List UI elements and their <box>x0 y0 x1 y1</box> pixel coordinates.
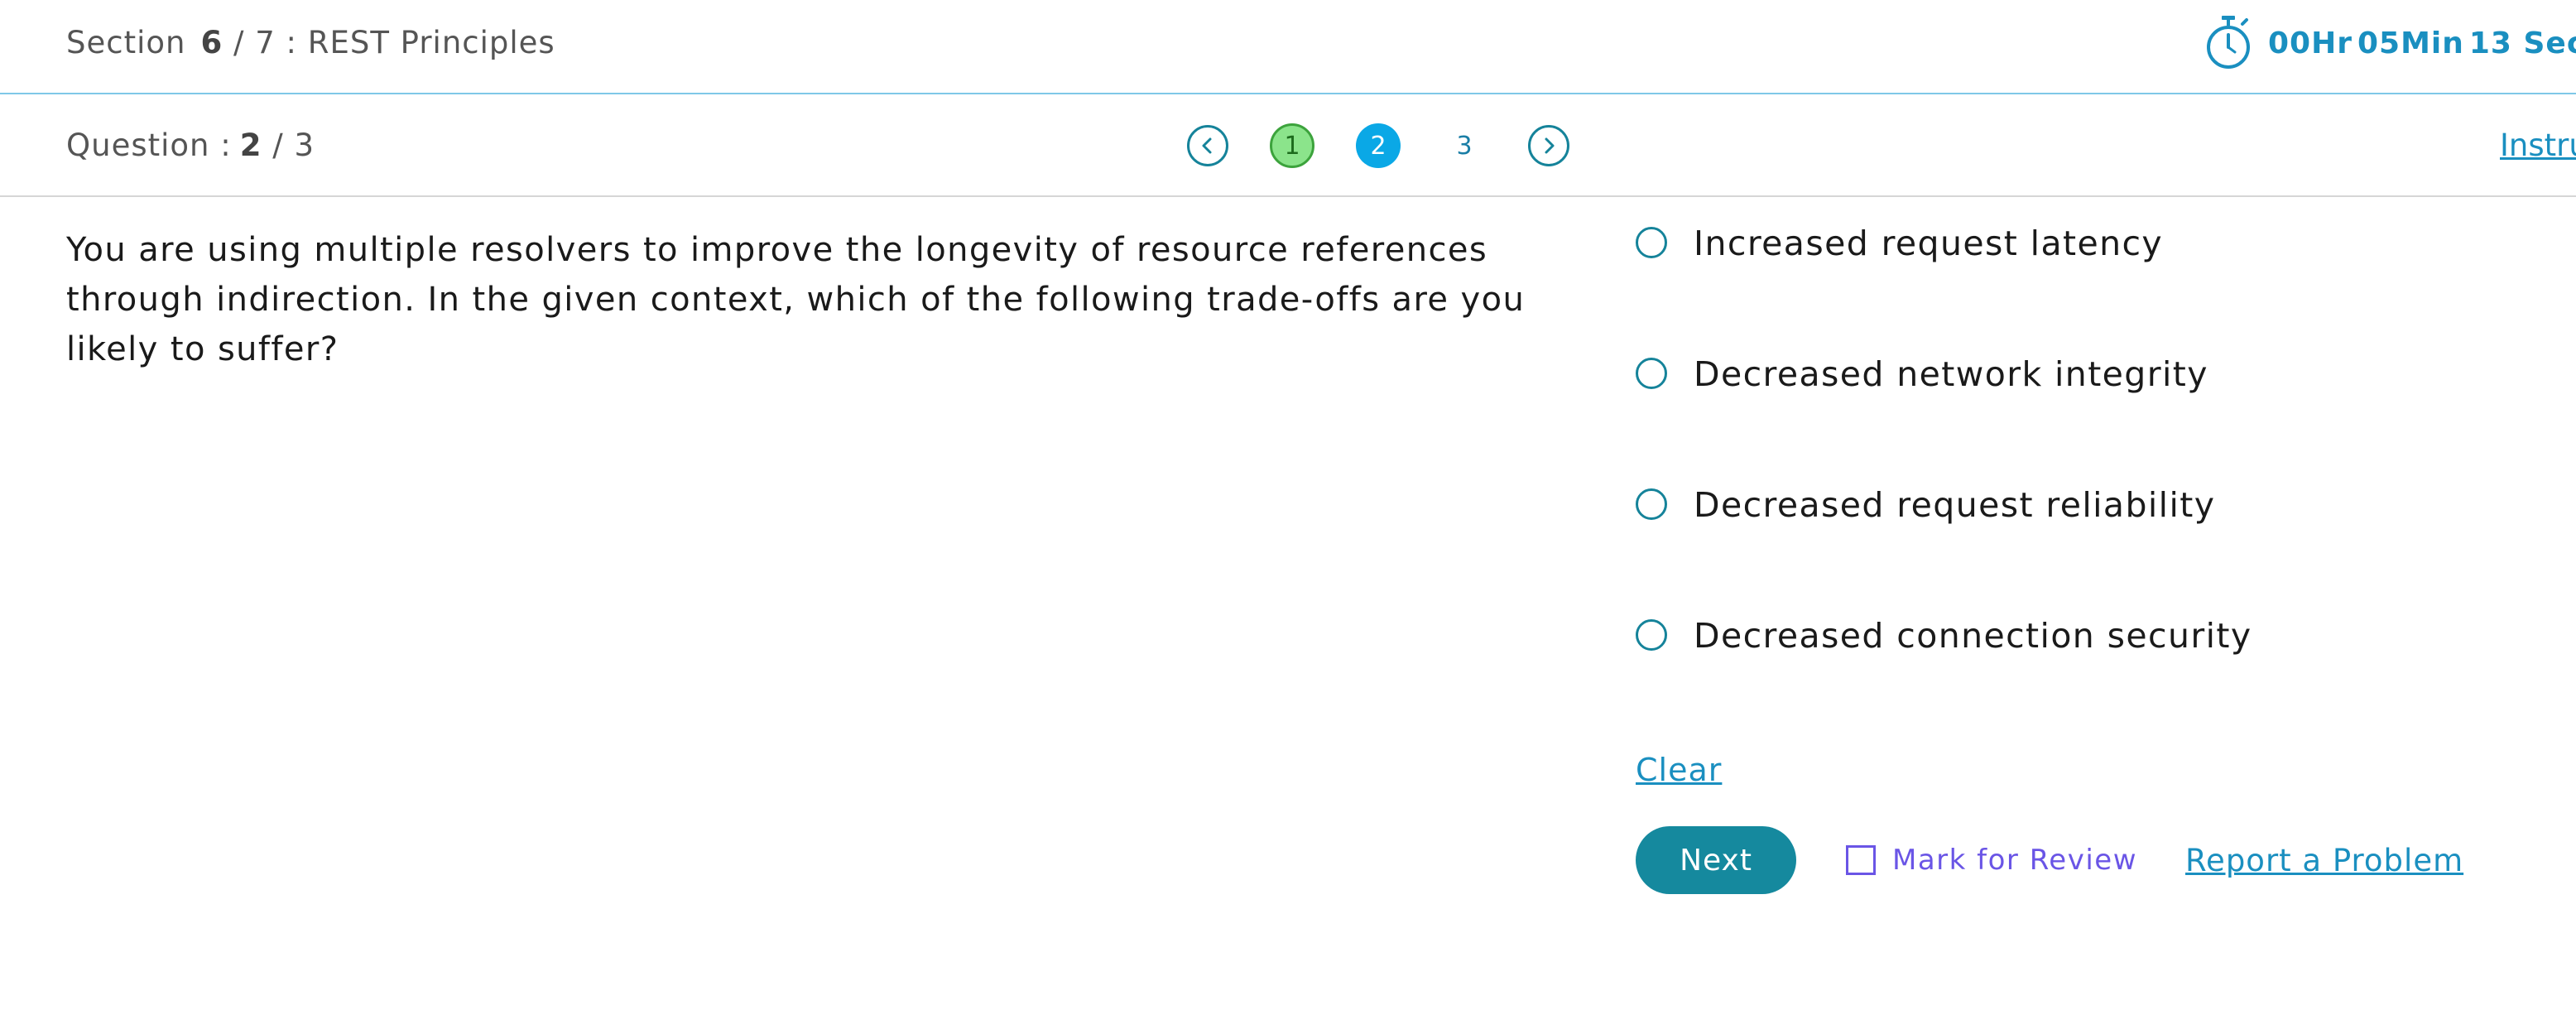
section-title: / 7 : REST Principles <box>233 25 555 60</box>
question-page-1[interactable]: 1 <box>1270 123 1314 168</box>
question-page-2[interactable]: 2 <box>1356 123 1401 168</box>
timer-readout: 00Hr 05Min 13 Sec <box>2268 26 2576 60</box>
question-pager: 1 2 3 <box>1187 123 1569 169</box>
radio-button[interactable] <box>1636 488 1667 520</box>
report-problem-link[interactable]: Report a Problem <box>2185 843 2463 878</box>
chevron-right-icon <box>1545 137 1555 154</box>
timer-hours: 00Hr <box>2268 26 2353 60</box>
chevron-left-icon <box>1202 137 1212 154</box>
radio-button[interactable] <box>1636 227 1667 258</box>
section-indicator: Section 6 / 7 : REST Principles <box>66 25 555 60</box>
action-row: Next Mark for Review Report a Problem <box>1636 826 2463 894</box>
answer-option-label[interactable]: Increased request latency <box>1694 224 2163 263</box>
previous-question-button[interactable] <box>1187 125 1228 166</box>
answer-option-label[interactable]: Decreased connection security <box>1694 616 2252 656</box>
question-page-3[interactable]: 3 <box>1442 123 1487 168</box>
answer-option-label[interactable]: Decreased request reliability <box>1694 485 2215 525</box>
question-word: Question : <box>66 127 232 163</box>
answer-option-1[interactable]: Increased request latency <box>1636 224 2546 354</box>
question-current-number: 2 <box>239 127 262 163</box>
section-word: Section <box>66 25 186 60</box>
question-navigation-bar: Question :2 / 3 1 2 3 Instructions <box>0 94 2576 197</box>
radio-button[interactable] <box>1636 358 1667 389</box>
timer-seconds: 13 Sec <box>2468 26 2576 60</box>
answer-option-2[interactable]: Decreased network integrity <box>1636 354 2546 485</box>
instructions-link[interactable]: Instructions <box>2500 127 2576 163</box>
answer-option-3[interactable]: Decreased request reliability <box>1636 485 2546 616</box>
answer-option-4[interactable]: Decreased connection security <box>1636 616 2546 747</box>
stopwatch-icon <box>2207 16 2250 69</box>
mark-for-review-checkbox[interactable] <box>1846 845 1876 875</box>
mark-for-review-label[interactable]: Mark for Review <box>1892 844 2137 877</box>
next-question-arrow-button[interactable] <box>1528 125 1569 166</box>
answer-option-label[interactable]: Decreased network integrity <box>1694 354 2208 394</box>
clear-selection-link[interactable]: Clear <box>1636 752 1722 788</box>
timer-minutes: 05Min <box>2357 26 2464 60</box>
question-text: You are using multiple resolvers to impr… <box>66 231 1526 368</box>
radio-button[interactable] <box>1636 619 1667 651</box>
section-current-number: 6 <box>200 25 223 60</box>
countdown-timer: 00Hr 05Min 13 Sec <box>2204 10 2576 76</box>
answer-options: Increased request latency Decreased netw… <box>1636 224 2546 747</box>
question-indicator: Question :2 / 3 <box>66 127 315 163</box>
question-total: / 3 <box>272 127 315 163</box>
next-button[interactable]: Next <box>1636 826 1796 894</box>
section-header: Section 6 / 7 : REST Principles 00Hr 05Min… <box>0 0 2576 94</box>
